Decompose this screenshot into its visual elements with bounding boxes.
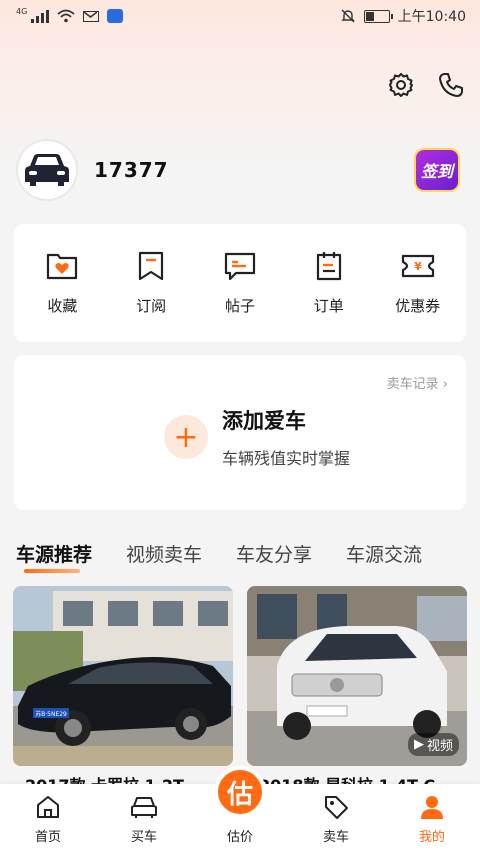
nav-label: 卖车	[322, 830, 349, 845]
nav-label: 估价	[226, 830, 253, 845]
nav-estimate[interactable]: 估 估价	[205, 766, 275, 845]
message-icon	[224, 252, 256, 280]
active-tab-indicator	[24, 569, 80, 573]
estimate-icon: 估	[214, 766, 266, 818]
quick-item-label: 订阅	[136, 296, 167, 315]
quick-item-label: 收藏	[47, 296, 78, 315]
signal-icon	[31, 9, 50, 23]
security-app-icon	[107, 9, 124, 23]
profile-section: 17377 签到	[16, 138, 464, 202]
car-photo-black-sedan: 苏B·5NE29	[13, 586, 233, 766]
quick-item-orders[interactable]: 订单	[289, 251, 369, 316]
home-icon	[37, 796, 59, 818]
tab-owner-share[interactable]: 车友分享	[236, 540, 312, 567]
tab-label: 车友分享	[236, 544, 313, 566]
quick-item-posts[interactable]: 帖子	[200, 251, 280, 316]
phone-icon	[439, 73, 463, 97]
quick-item-favorites[interactable]: 收藏	[22, 251, 102, 316]
nav-sell-car[interactable]: 卖车	[301, 794, 371, 845]
quick-item-coupons[interactable]: ¥ 优惠券	[378, 251, 458, 316]
plus-icon: +	[164, 415, 208, 459]
mail-icon	[83, 10, 100, 22]
quick-item-label: 帖子	[224, 296, 255, 315]
listing-card[interactable]: 苏B·5NE29	[13, 586, 233, 766]
network-type: 4G	[16, 6, 28, 16]
play-icon: ▶	[413, 737, 424, 752]
settings-button[interactable]	[386, 70, 416, 100]
content-tabs: 车源推荐 视频卖车 车友分享 车源交流	[16, 540, 480, 573]
add-car-subtitle: 车辆残值实时掌握	[222, 449, 351, 468]
top-actions	[386, 70, 466, 100]
tab-label: 车源交流	[346, 544, 423, 566]
listing-card[interactable]: ▶ 视频	[247, 586, 467, 766]
nav-label: 我的	[418, 830, 445, 845]
avatar[interactable]	[16, 139, 78, 201]
tab-label: 车源推荐	[16, 544, 93, 566]
svg-text:¥: ¥	[414, 260, 422, 273]
video-badge: ▶ 视频	[407, 733, 459, 756]
order-clipboard-icon	[316, 251, 341, 280]
add-car-title: 添加爱车	[222, 409, 306, 433]
license-plate: 苏B·5NE29	[35, 710, 67, 718]
status-bar: 4G 上午10:40	[0, 0, 480, 32]
wifi-icon	[57, 9, 75, 23]
tab-video-sale[interactable]: 视频卖车	[126, 540, 202, 567]
quick-item-label: 订单	[313, 296, 344, 315]
coupon-ticket-icon: ¥	[401, 254, 434, 277]
quick-menu-card: 收藏 订阅 帖子 订单 ¥ 优惠券	[14, 224, 466, 342]
nav-home[interactable]: 首页	[13, 794, 83, 845]
quick-item-label: 优惠券	[395, 296, 441, 315]
phone-button[interactable]	[436, 70, 466, 100]
tab-label: 视频卖车	[126, 544, 203, 566]
bookmark-icon	[139, 251, 164, 280]
quick-item-subscribe[interactable]: 订阅	[111, 251, 191, 316]
battery-icon	[363, 9, 393, 23]
add-car-button[interactable]: + 添加爱车 车辆残值实时掌握	[164, 405, 350, 469]
car-avatar-icon	[25, 154, 69, 186]
clock: 上午10:40	[397, 9, 466, 25]
nav-label: 首页	[34, 830, 61, 845]
person-icon	[421, 796, 443, 819]
video-badge-label: 视频	[426, 739, 453, 754]
username[interactable]: 17377	[94, 158, 169, 182]
nav-mine[interactable]: 我的	[397, 794, 467, 845]
chevron-right-icon: ›	[442, 377, 448, 392]
sale-record-link[interactable]: 卖车记录 ›	[387, 373, 448, 392]
tab-recommended[interactable]: 车源推荐	[16, 540, 93, 573]
sale-record-label: 卖车记录	[386, 377, 439, 392]
price-tag-icon	[325, 796, 348, 819]
nav-buy-car[interactable]: 买车	[109, 794, 179, 845]
car-icon	[131, 797, 157, 818]
tab-source-exchange[interactable]: 车源交流	[346, 540, 422, 567]
gear-icon	[389, 73, 413, 97]
sign-in-button[interactable]: 签到	[414, 148, 460, 192]
bottom-nav: 首页 买车 估 估价 卖车 我的	[0, 766, 480, 853]
nav-label: 买车	[130, 830, 157, 845]
favorites-folder-icon	[47, 253, 78, 279]
my-car-card: 卖车记录 › + 添加爱车 车辆残值实时掌握	[14, 355, 466, 510]
mute-bell-icon	[340, 9, 355, 23]
